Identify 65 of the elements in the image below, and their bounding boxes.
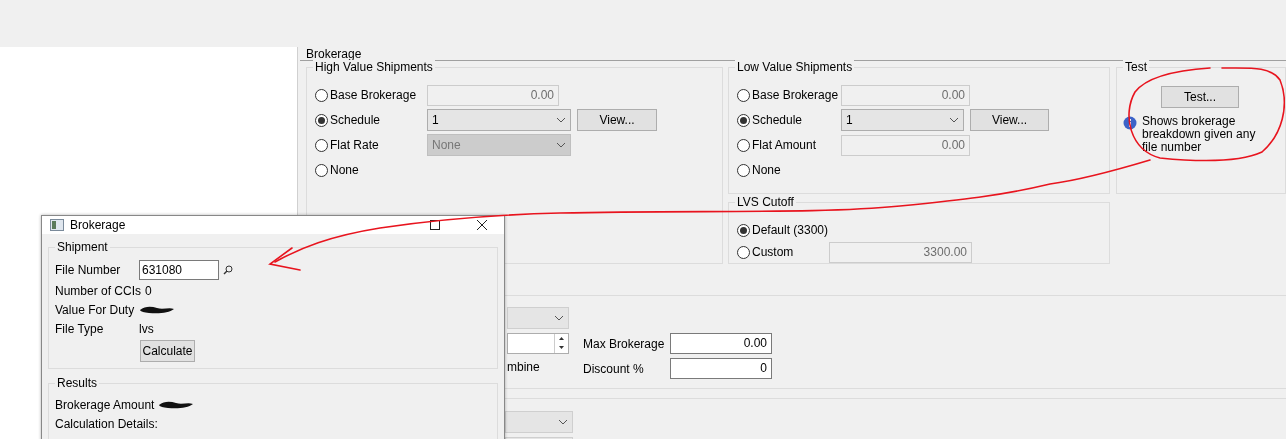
field-label: Number of CCIs (55, 282, 143, 300)
field-label: Max Brokerage (583, 335, 666, 353)
radio-label[interactable]: Schedule (752, 111, 803, 129)
radio-button[interactable] (315, 138, 328, 152)
field-value: 0 (145, 282, 152, 300)
input-field[interactable]: 0.00 (841, 134, 970, 156)
group-title: Results (55, 376, 99, 390)
close-icon[interactable] (477, 220, 487, 230)
group-title: Shipment (55, 240, 110, 254)
field-label: Brokerage Amount (55, 396, 156, 414)
input-field[interactable]: 3300.00 (829, 241, 972, 263)
input-field[interactable]: 0.00 (427, 84, 559, 106)
field-label: Value For Duty (55, 301, 136, 319)
dropdown[interactable]: 1 (427, 109, 571, 131)
radio-label[interactable]: Custom (752, 243, 794, 261)
group-title: High Value Shipments (313, 60, 435, 74)
group-title: LVS Cutoff (735, 195, 796, 209)
option-label: mbine (507, 359, 541, 376)
dropdown[interactable]: 1 (841, 109, 964, 131)
radio-button[interactable] (737, 245, 750, 259)
radio-label[interactable]: None (752, 161, 781, 179)
view-button[interactable]: View... (577, 109, 657, 131)
group-title: Low Value Shipments (735, 60, 855, 74)
field-label: Discount % (583, 360, 645, 378)
input-field[interactable]: 0 (670, 358, 772, 379)
radio-button[interactable] (315, 163, 328, 177)
window-icon (50, 219, 64, 231)
radio-label[interactable]: None (330, 161, 359, 179)
view-button[interactable]: View... (970, 109, 1049, 131)
chevron-icon (554, 315, 564, 321)
radio-button[interactable] (737, 223, 750, 237)
group-title: Test (1123, 60, 1149, 74)
info-icon (1123, 116, 1137, 130)
section-title: Brokerage (306, 47, 362, 61)
redaction-scribble (139, 304, 175, 315)
chevron-icon (556, 142, 566, 148)
field-label: File Number (55, 261, 122, 279)
radio-label[interactable]: Flat Rate (330, 136, 379, 154)
input-field[interactable]: 0.00 (670, 333, 772, 354)
search-icon[interactable] (223, 264, 233, 275)
window-title: Brokerage (70, 217, 127, 234)
field-value: lvs (139, 320, 154, 338)
radio-button[interactable] (315, 113, 328, 127)
radio-label[interactable]: Schedule (330, 111, 381, 129)
field-label: Calculation Details: (55, 415, 159, 433)
chevron-icon (558, 419, 568, 425)
file-number-field[interactable]: 631080 (139, 259, 219, 280)
radio-button[interactable] (737, 88, 750, 102)
chevron-icon (949, 117, 959, 123)
radio-button[interactable] (737, 163, 750, 177)
radio-label[interactable]: Flat Amount (752, 136, 817, 154)
redaction-scribble (158, 399, 195, 410)
calculate-button[interactable]: Calculate (140, 340, 195, 362)
radio-button[interactable] (737, 113, 750, 127)
radio-label[interactable]: Base Brokerage (330, 86, 417, 104)
radio-button[interactable] (315, 88, 328, 102)
radio-label[interactable]: Base Brokerage (752, 86, 839, 104)
input-field[interactable]: 0.00 (841, 84, 970, 106)
radio-label[interactable]: Default (3300) (752, 221, 829, 239)
test-button[interactable]: Test... (1161, 86, 1239, 108)
chevron-icon (556, 117, 566, 123)
radio-button[interactable] (737, 138, 750, 152)
info-text: Shows brokerage breakdown given any file number (1142, 115, 1257, 154)
field-label: File Type (55, 320, 105, 338)
maximize-icon[interactable] (430, 220, 440, 230)
